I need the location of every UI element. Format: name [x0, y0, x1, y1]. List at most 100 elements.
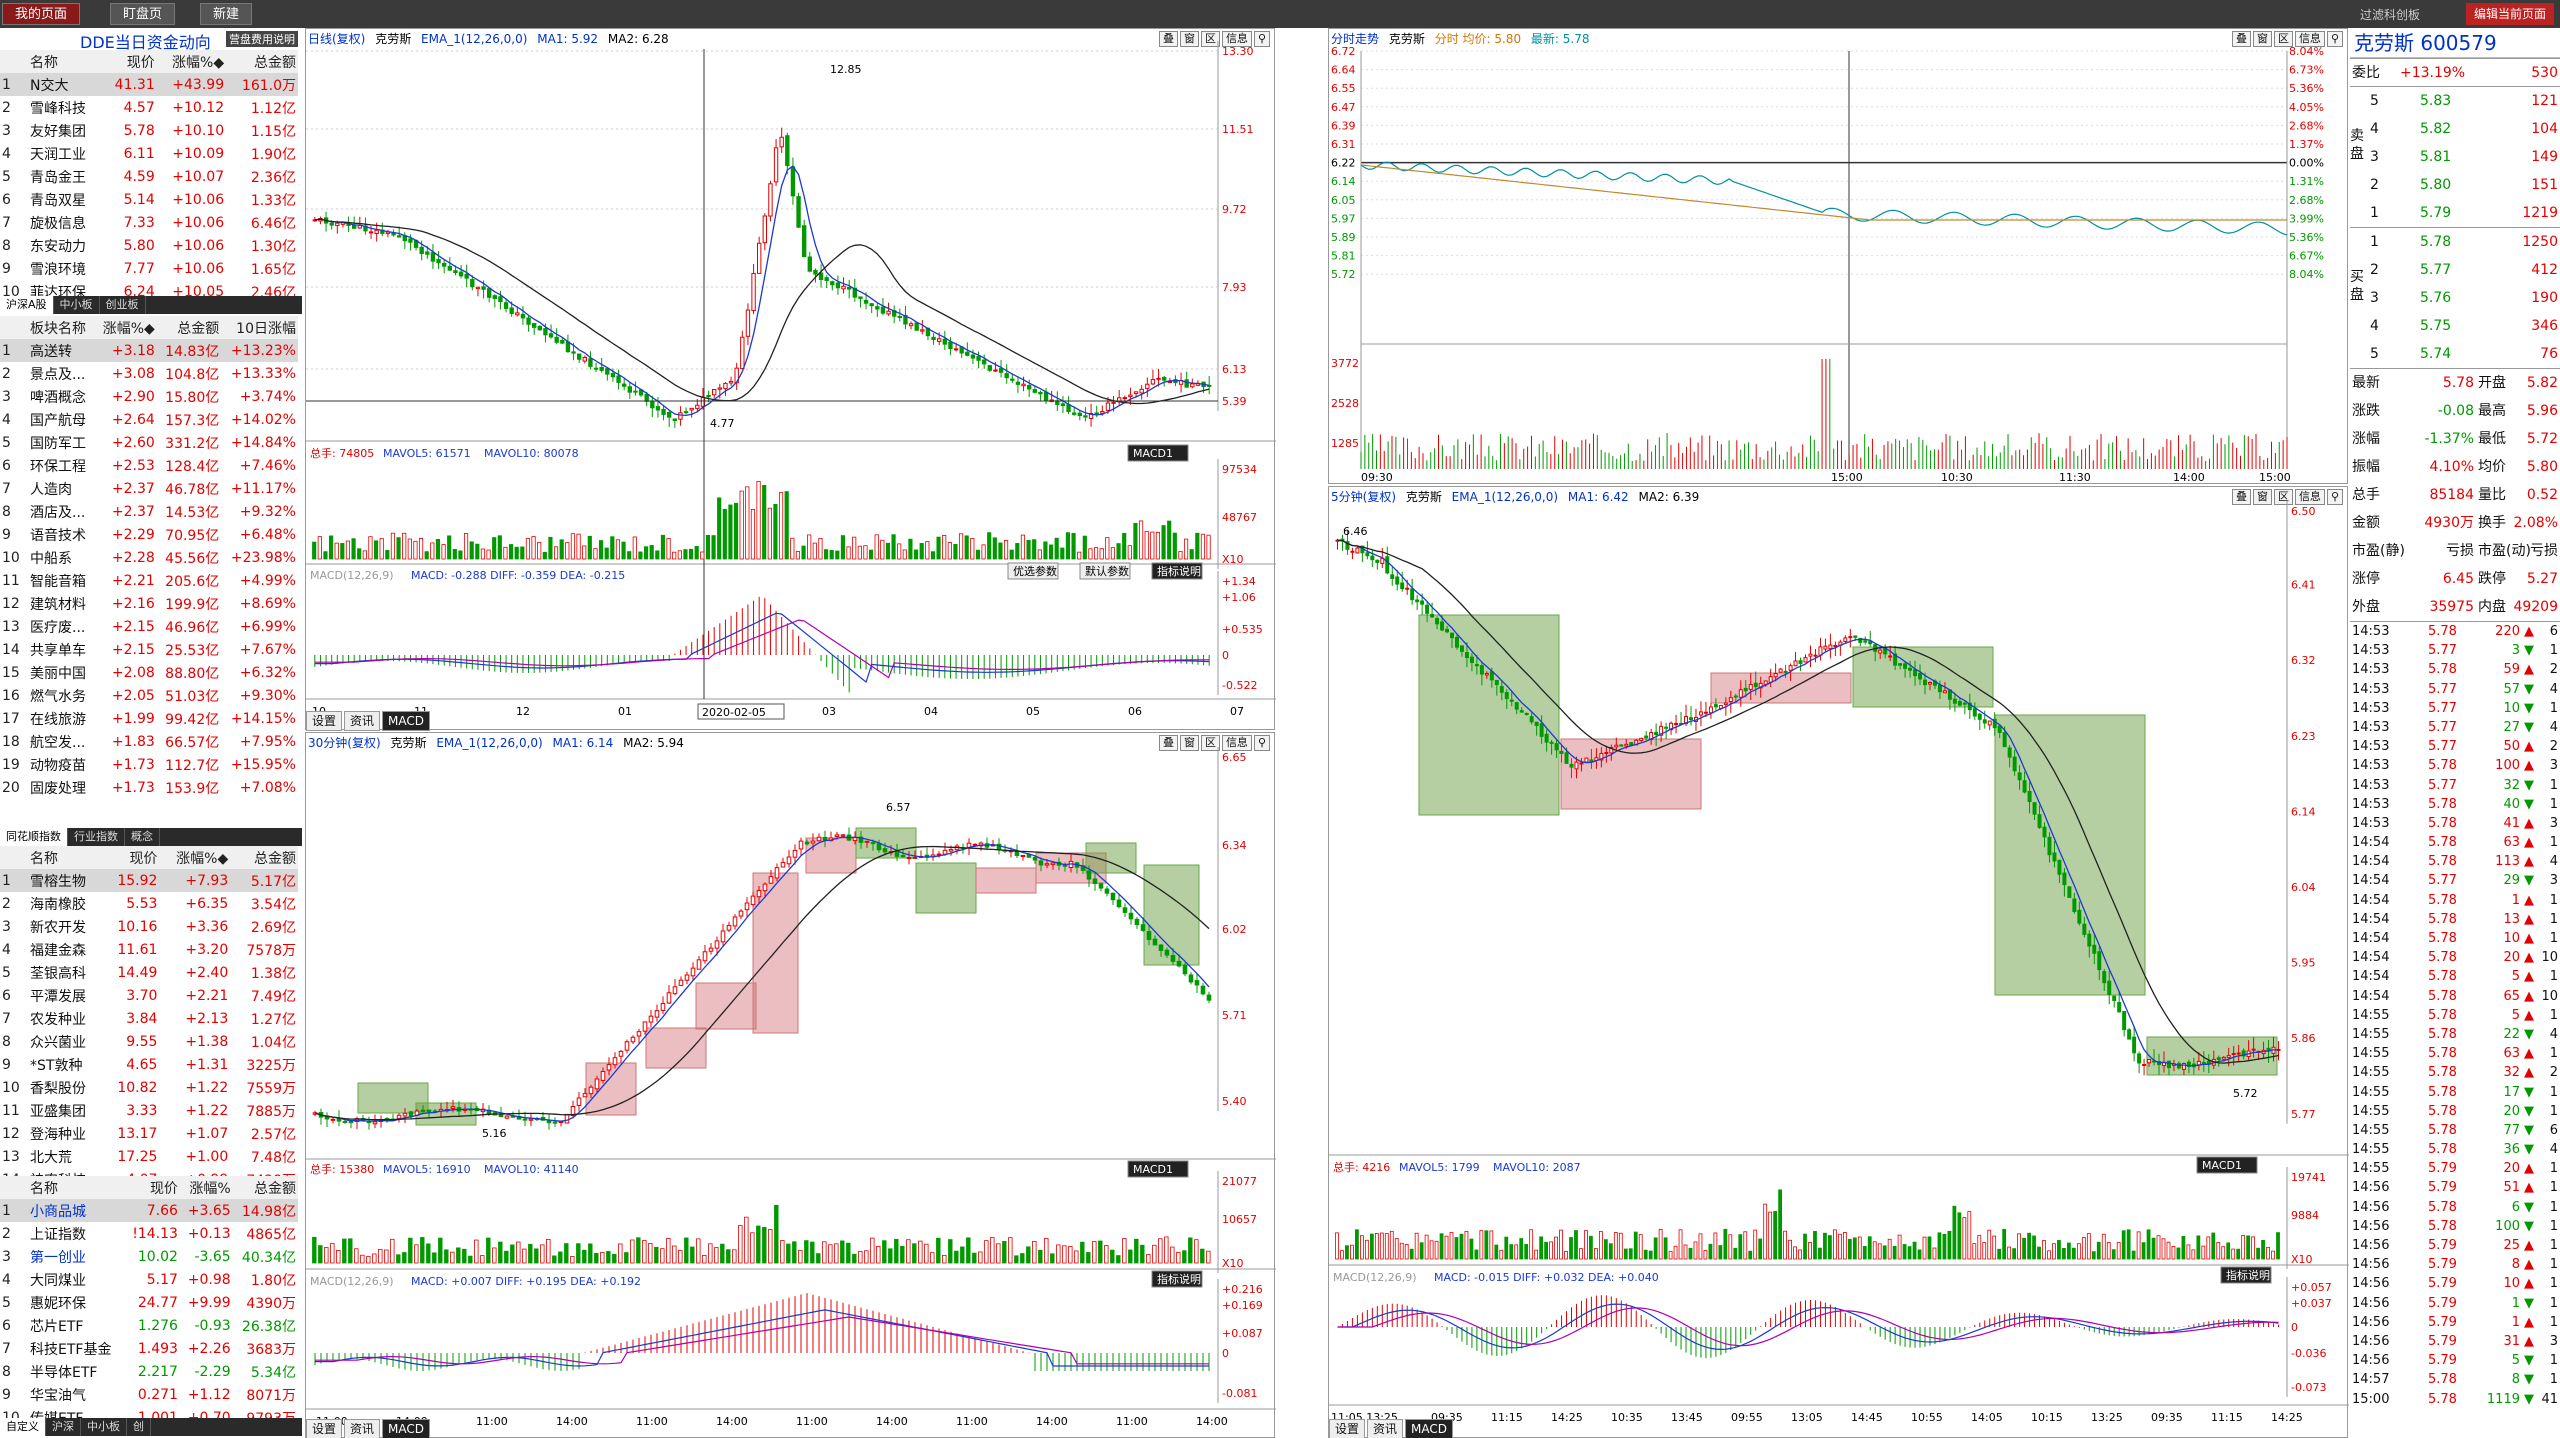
fund-row[interactable]: 6 青岛双星 5.14 +10.06 1.33亿: [0, 188, 298, 211]
sell-level-row[interactable]: 2 5.80 151: [2350, 171, 2560, 199]
bottom-tab[interactable]: 资讯: [344, 711, 381, 731]
stocks-col-1[interactable]: 现价: [103, 846, 160, 869]
custom-row[interactable]: 8 半导体ETF 2.217 -2.29 5.34亿: [0, 1360, 298, 1383]
custom-col-0[interactable]: 名称: [28, 1176, 125, 1199]
subtab-item[interactable]: 同花顺指数: [0, 828, 68, 846]
daily-kline-chart[interactable]: 日线(复权) 克劳斯 EMA_1(12,26,0,0) MA1: 5.92 MA…: [305, 28, 1276, 731]
sector-row[interactable]: 2 景点及... +3.08 104.8亿 +13.33%: [0, 362, 298, 385]
stocks-row[interactable]: 9 *ST敦种 4.65 +1.31 3225万: [0, 1053, 298, 1076]
fund-row[interactable]: 9 雪浪环境 7.77 +10.06 1.65亿: [0, 257, 298, 280]
stocks-row[interactable]: 6 平潭发展 3.70 +2.21 7.49亿: [0, 984, 298, 1007]
min30-kline-chart[interactable]: 30分钟(复权) 克劳斯 EMA_1(12,26,0,0) MA1: 6.14 …: [305, 732, 1276, 1438]
custom-col-2[interactable]: 涨幅%: [179, 1176, 233, 1199]
sector-row[interactable]: 11 智能音箱 +2.21 205.6亿 +4.99%: [0, 569, 298, 592]
sector-row[interactable]: 12 建筑材料 +2.16 199.9亿 +8.69%: [0, 592, 298, 615]
stocks-row[interactable]: 5 荃银高科 14.49 +2.40 1.38亿: [0, 961, 298, 984]
fund-row[interactable]: 5 青岛金王 4.59 +10.07 2.36亿: [0, 165, 298, 188]
stocks-col-2[interactable]: 涨幅%◆: [159, 846, 231, 869]
sell-level-row[interactable]: 4 5.82 104: [2350, 115, 2560, 143]
bottom-tab[interactable]: 设置: [306, 711, 343, 731]
subtab-item[interactable]: 创: [127, 1418, 151, 1436]
tab-new[interactable]: 新建: [200, 3, 253, 25]
filter-star-market[interactable]: 过滤科创板: [2360, 6, 2420, 23]
tab-my-page[interactable]: 我的页面: [2, 3, 81, 25]
fund-row[interactable]: 3 友好集团 5.78 +10.10 1.15亿: [0, 119, 298, 142]
stocks-row[interactable]: 11 亚盛集团 3.33 +1.22 7885万: [0, 1099, 298, 1122]
custom-row[interactable]: 4 大同煤业 5.17 +0.98 1.80亿: [0, 1268, 298, 1291]
sector-col-3[interactable]: 10日涨幅: [221, 316, 298, 339]
subtab-item[interactable]: 自定义: [0, 1418, 46, 1436]
sell-level-row[interactable]: 1 5.79 1219: [2350, 199, 2560, 227]
subtab-item[interactable]: 中小板: [54, 296, 100, 314]
stocks-row[interactable]: 13 北大荒 17.25 +1.00 7.48亿: [0, 1145, 298, 1168]
stocks-row[interactable]: 10 香梨股份 10.82 +1.22 7559万: [0, 1076, 298, 1099]
stocks-col-0[interactable]: 名称: [28, 846, 104, 869]
custom-row[interactable]: 9 华宝油气 0.271 +1.12 8071万: [0, 1383, 298, 1406]
custom-row[interactable]: 3 第一创业 10.02 -3.65 40.34亿: [0, 1245, 298, 1268]
sector-row[interactable]: 8 酒店及... +2.37 14.53亿 +9.32%: [0, 500, 298, 523]
fund-row[interactable]: 1 N交大 41.31 +43.99 161.0万: [0, 73, 298, 96]
tick-list[interactable]: 14:53 5.78 220 ▲ 6 14:53 5.77 3 ▼ 1 14:53 5.78 59 ▲ 2 1…: [2350, 621, 2560, 1409]
subtab-item[interactable]: 创业板: [100, 296, 146, 314]
subtab-item[interactable]: 沪深A股: [0, 296, 54, 314]
stocks-row[interactable]: 7 农发种业 3.84 +2.13 1.27亿: [0, 1007, 298, 1030]
tab-watch[interactable]: 盯盘页: [110, 3, 176, 25]
stocks-row[interactable]: 12 登海种业 13.17 +1.07 2.57亿: [0, 1122, 298, 1145]
custom-row[interactable]: 2 上证指数 !14.13 +0.13 4865亿: [0, 1222, 298, 1245]
sector-row[interactable]: 17 在线旅游 +1.99 99.42亿 +14.15%: [0, 707, 298, 730]
stocks-row[interactable]: 8 众兴菌业 9.55 +1.38 1.04亿: [0, 1030, 298, 1053]
subtab-item[interactable]: 沪深: [46, 1418, 81, 1436]
sector-row[interactable]: 7 人造肉 +2.37 46.78亿 +11.17%: [0, 477, 298, 500]
subtab-item[interactable]: 中小板: [81, 1418, 127, 1436]
fund-row[interactable]: 2 雪峰科技 4.57 +10.12 1.12亿: [0, 96, 298, 119]
custom-row[interactable]: 5 惠妮环保 24.77 +9.99 4390万: [0, 1291, 298, 1314]
sector-row[interactable]: 16 燃气水务 +2.05 51.03亿 +9.30%: [0, 684, 298, 707]
fund-col-0[interactable]: 名称: [28, 50, 103, 73]
custom-col-3[interactable]: 总金额: [232, 1176, 298, 1199]
sector-row[interactable]: 9 语音技术 +2.29 70.95亿 +6.48%: [0, 523, 298, 546]
sector-row[interactable]: 10 中船系 +2.28 45.56亿 +23.98%: [0, 546, 298, 569]
stocks-col-3[interactable]: 总金额: [230, 846, 298, 869]
bottom-tab[interactable]: MACD: [1405, 1419, 1454, 1438]
custom-row[interactable]: 7 科技ETF基金 1.493 +2.26 3683万: [0, 1337, 298, 1360]
sector-row[interactable]: 6 环保工程 +2.53 128.4亿 +7.46%: [0, 454, 298, 477]
sell-level-row[interactable]: 5 5.83 121: [2350, 87, 2560, 115]
stocks-row[interactable]: 2 海南橡胶 5.53 +6.35 3.54亿: [0, 892, 298, 915]
sector-row[interactable]: 20 固废处理 +1.73 153.9亿 +7.08%: [0, 776, 298, 799]
sector-row[interactable]: 3 啤酒概念 +2.90 15.80亿 +3.74%: [0, 385, 298, 408]
custom-row[interactable]: 1 小商品城 7.66 +3.65 14.98亿: [0, 1199, 298, 1222]
sector-row[interactable]: 19 动物疫苗 +1.73 112.7亿 +15.95%: [0, 753, 298, 776]
edit-page-button[interactable]: 编辑当前页面: [2465, 3, 2554, 25]
fund-col-3[interactable]: 总金额: [226, 50, 298, 73]
sector-col-1[interactable]: 涨幅%◆: [94, 316, 157, 339]
stocks-row[interactable]: 4 福建金森 11.61 +3.20 7578万: [0, 938, 298, 961]
bottom-tab[interactable]: MACD: [382, 711, 431, 731]
sector-row[interactable]: 18 航空发... +1.83 66.57亿 +7.95%: [0, 730, 298, 753]
bottom-tab[interactable]: 设置: [306, 1419, 343, 1438]
buy-level-row[interactable]: 4 5.75 346: [2350, 312, 2560, 340]
fund-flow-help-button[interactable]: 营盘费用说明: [226, 31, 298, 47]
sector-col-2[interactable]: 总金额: [156, 316, 222, 339]
buy-level-row[interactable]: 1 5.78 1250: [2350, 228, 2560, 256]
bottom-tab[interactable]: 资讯: [1367, 1419, 1404, 1438]
fund-row[interactable]: 8 东安动力 5.80 +10.06 1.30亿: [0, 234, 298, 257]
sector-col-0[interactable]: 板块名称: [28, 316, 95, 339]
fund-row[interactable]: 4 天润工业 6.11 +10.09 1.90亿: [0, 142, 298, 165]
fund-col-1[interactable]: 现价: [102, 50, 157, 73]
fund-col-2[interactable]: 涨幅%◆: [156, 50, 227, 73]
stocks-row[interactable]: 1 雪榕生物 15.92 +7.93 5.17亿: [0, 869, 298, 892]
min5-kline-chart[interactable]: 5分钟(复权) 克劳斯 EMA_1(12,26,0,0) MA1: 6.42 M…: [1328, 486, 2349, 1438]
subtab-item[interactable]: 行业指数: [68, 828, 125, 846]
buy-level-row[interactable]: 3 5.76 190: [2350, 284, 2560, 312]
intraday-chart[interactable]: 分时走势 克劳斯 分时 均价: 5.80 最新: 5.78 叠窗区信息 ⚲ 6.7…: [1328, 28, 2348, 484]
fund-row[interactable]: 7 旋极信息 7.33 +10.06 6.46亿: [0, 211, 298, 234]
subtab-item[interactable]: 概念: [125, 828, 160, 846]
custom-row[interactable]: 6 芯片ETF 1.276 -0.93 26.38亿: [0, 1314, 298, 1337]
bottom-tab[interactable]: 资讯: [344, 1419, 381, 1438]
sector-row[interactable]: 15 美丽中国 +2.08 88.80亿 +6.32%: [0, 661, 298, 684]
sector-row[interactable]: 1 高送转 +3.18 14.83亿 +13.23%: [0, 339, 298, 362]
custom-col-1[interactable]: 现价: [124, 1176, 180, 1199]
sell-level-row[interactable]: 3 5.81 149: [2350, 143, 2560, 171]
sector-row[interactable]: 4 国产航母 +2.64 157.3亿 +14.02%: [0, 408, 298, 431]
stocks-row[interactable]: 3 新农开发 10.16 +3.36 2.69亿: [0, 915, 298, 938]
